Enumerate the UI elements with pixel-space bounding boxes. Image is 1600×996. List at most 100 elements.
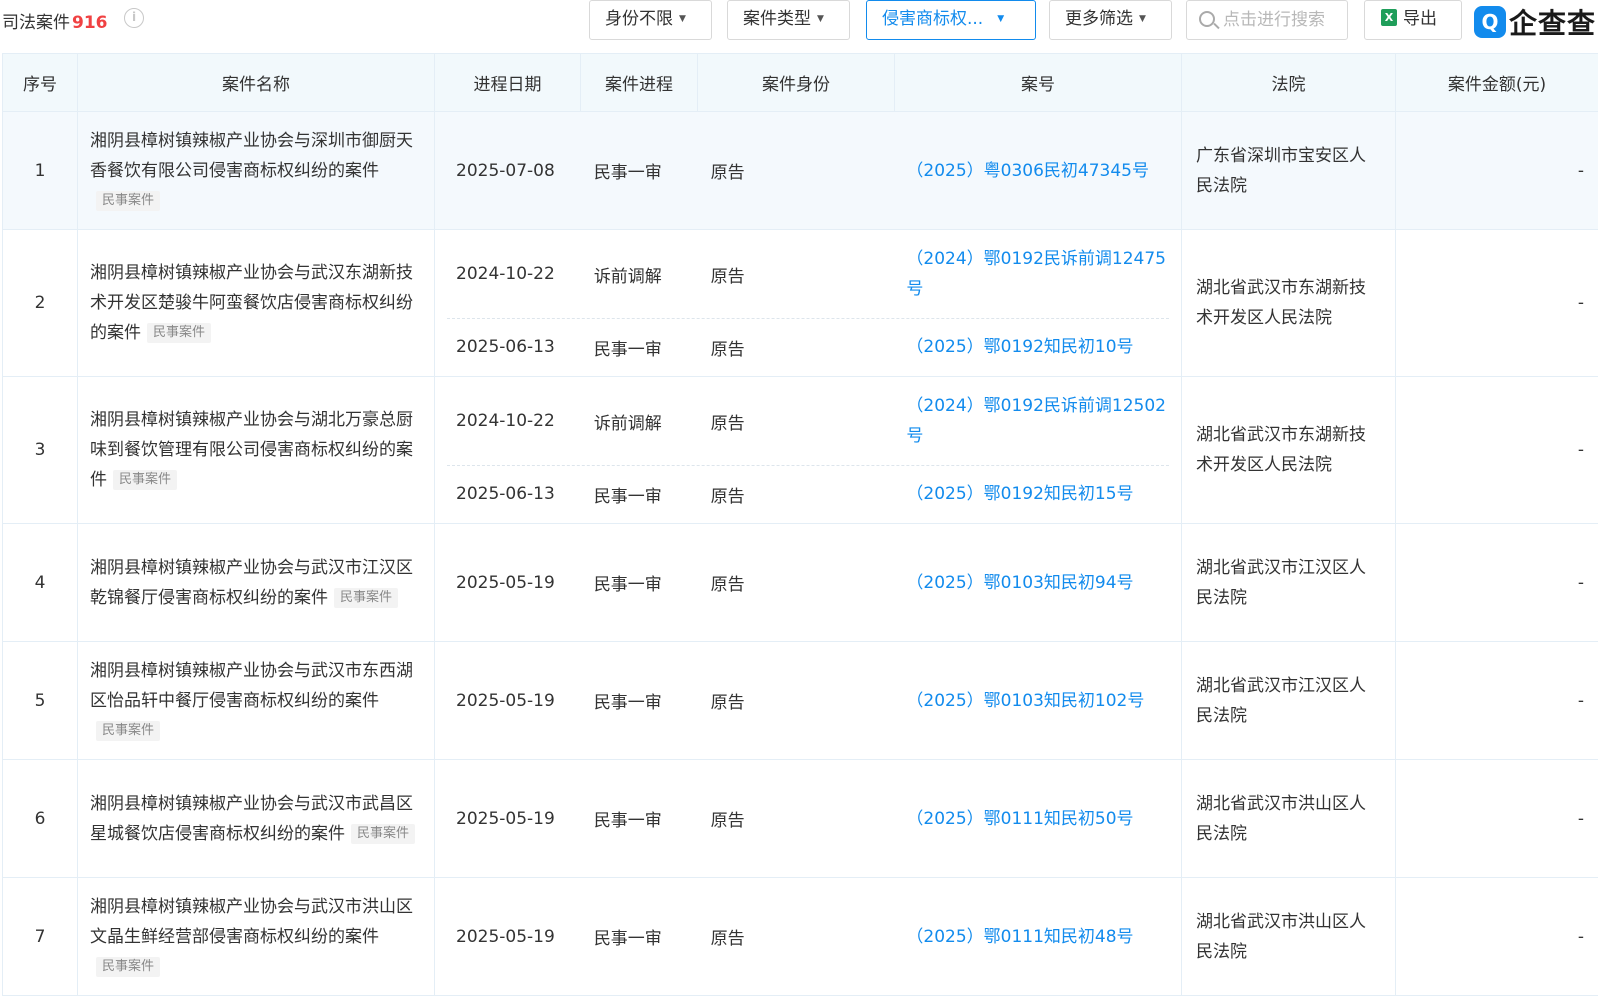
page-title: 司法案件 916 — [2, 8, 108, 33]
chevron-down-icon: ▼ — [1139, 14, 1146, 24]
logo-icon: Q — [1474, 6, 1506, 38]
progress-entry: 2025-05-19 民事一审 原告 （2025）鄂0111知民初48号 — [435, 878, 1181, 995]
case-progress-group: 2025-07-08 民事一审 原告 （2025）粤0306民初47345号 — [434, 111, 1182, 230]
case-type-filter[interactable]: 案件类型 ▼ — [727, 0, 850, 40]
court-name: 湖北省武汉市东湖新技术开发区人民法院 — [1181, 229, 1396, 377]
progress-date: 2025-06-13 — [456, 337, 555, 357]
progress-entry: 2025-07-08 民事一审 原告 （2025）粤0306民初47345号 — [435, 112, 1181, 229]
progress-stage: 民事一审 — [593, 575, 662, 595]
info-icon[interactable]: i — [124, 8, 144, 28]
row-number: 3 — [2, 376, 78, 524]
cause-filter[interactable]: 侵害商标权... ▼ — [866, 0, 1036, 40]
case-amount: - — [1395, 229, 1598, 377]
case-name-cell[interactable]: 湘阴县樟树镇辣椒产业协会与武汉市武昌区星城餐饮店侵害商标权纠纷的案件 民事案件 — [77, 759, 435, 878]
case-table-wrapper: 序号 案件名称 进程日期 案件进程 案件身份 案号 法院 案件金额(元) 1 湘阴… — [2, 53, 1598, 996]
table-header: 序号 案件名称 进程日期 案件进程 案件身份 案号 法院 案件金额(元) — [2, 53, 1598, 112]
case-progress-group: 2025-05-19 民事一审 原告 （2025）鄂0103知民初102号 — [434, 641, 1182, 760]
table-row[interactable]: 2 湘阴县樟树镇辣椒产业协会与武汉东湖新技术开发区楚骏牛阿蛮餐饮店侵害商标权纠纷的… — [2, 229, 1598, 377]
case-role: 原告 — [710, 575, 745, 595]
case-role: 原告 — [710, 486, 745, 507]
logo-text: 企查查 — [1509, 7, 1597, 40]
case-number-link[interactable]: （2025）鄂0103知民初102号 — [894, 686, 1181, 716]
export-label: 导出 — [1403, 9, 1437, 29]
case-type-badge: 民事案件 — [334, 587, 399, 608]
case-name-cell[interactable]: 湘阴县樟树镇辣椒产业协会与武汉东湖新技术开发区楚骏牛阿蛮餐饮店侵害商标权纠纷的案… — [77, 229, 435, 377]
cause-filter-label: 侵害商标权... — [882, 9, 984, 29]
case-progress-group: 2025-05-19 民事一审 原告 （2025）鄂0103知民初94号 — [434, 523, 1182, 642]
more-filters[interactable]: 更多筛选 ▼ — [1049, 0, 1172, 40]
progress-date: 2025-05-19 — [456, 572, 555, 593]
case-table: 序号 案件名称 进程日期 案件进程 案件身份 案号 法院 案件金额(元) 1 湘阴… — [2, 53, 1598, 996]
case-type-badge: 民事案件 — [113, 470, 178, 490]
qichacha-logo: Q 企查查 — [1474, 2, 1596, 40]
search-box[interactable] — [1186, 0, 1348, 40]
case-name-cell[interactable]: 湘阴县樟树镇辣椒产业协会与武汉市江汉区乾锦餐厅侵害商标权纠纷的案件 民事案件 — [77, 523, 435, 642]
chevron-down-icon: ▼ — [997, 14, 1005, 24]
case-role: 原告 — [710, 163, 745, 183]
table-row[interactable]: 7 湘阴县樟树镇辣椒产业协会与武汉市洪山区文晶生鲜经营部侵害商标权纠纷的案件民事案… — [2, 877, 1598, 996]
case-count: 916 — [72, 13, 108, 33]
progress-entry: 2025-06-13 民事一审 原告 （2025）鄂0192知民初15号 — [435, 465, 1181, 523]
table-row[interactable]: 1 湘阴县樟树镇辣椒产业协会与深圳市御厨天香餐饮有限公司侵害商标权纠纷的案件民事案… — [2, 111, 1598, 230]
search-icon — [1199, 11, 1215, 27]
col-header-process: 案件进程 — [580, 53, 698, 112]
case-number-link[interactable]: （2025）鄂0111知民初50号 — [894, 804, 1181, 834]
col-header-date: 进程日期 — [434, 53, 581, 112]
court-name: 湖北省武汉市江汉区人民法院 — [1181, 523, 1396, 642]
progress-entry: 2025-05-19 民事一审 原告 （2025）鄂0103知民初102号 — [435, 642, 1181, 759]
case-name-cell[interactable]: 湘阴县樟树镇辣椒产业协会与深圳市御厨天香餐饮有限公司侵害商标权纠纷的案件民事案件 — [77, 111, 435, 230]
case-name-cell[interactable]: 湘阴县樟树镇辣椒产业协会与武汉市洪山区文晶生鲜经营部侵害商标权纠纷的案件民事案件 — [77, 877, 435, 996]
identity-filter[interactable]: 身份不限 ▼ — [589, 0, 712, 40]
case-amount: - — [1395, 759, 1598, 878]
table-row[interactable]: 5 湘阴县樟树镇辣椒产业协会与武汉市东西湖区怡品轩中餐厅侵害商标权纠纷的案件民事案… — [2, 641, 1598, 760]
case-number-link[interactable]: （2025）粤0306民初47345号 — [894, 156, 1181, 186]
table-row[interactable]: 6 湘阴县樟树镇辣椒产业协会与武汉市武昌区星城餐饮店侵害商标权纠纷的案件 民事案件 2… — [2, 759, 1598, 878]
progress-stage: 民事一审 — [593, 339, 662, 360]
case-progress-group: 2024-10-22 诉前调解 原告 （2024）鄂0192民诉前调12502号 202… — [434, 376, 1182, 524]
table-row[interactable]: 3 湘阴县樟树镇辣椒产业协会与湖北万豪总厨味到餐饮管理有限公司侵害商标权纠纷的案件… — [2, 376, 1598, 524]
progress-stage: 民事一审 — [593, 486, 662, 507]
case-number-link[interactable]: （2025）鄂0111知民初48号 — [894, 922, 1181, 952]
case-amount: - — [1395, 523, 1598, 642]
case-number-link[interactable]: （2025）鄂0103知民初94号 — [894, 568, 1181, 598]
case-role: 原告 — [710, 266, 745, 287]
case-number-link[interactable]: （2025）鄂0192知民初15号 — [894, 479, 1181, 509]
col-header-name: 案件名称 — [77, 53, 435, 112]
court-name: 湖北省武汉市江汉区人民法院 — [1181, 641, 1396, 760]
case-name-cell[interactable]: 湘阴县樟树镇辣椒产业协会与武汉市东西湖区怡品轩中餐厅侵害商标权纠纷的案件民事案件 — [77, 641, 435, 760]
col-header-no: 序号 — [2, 53, 78, 112]
court-name: 广东省深圳市宝安区人民法院 — [1181, 111, 1396, 230]
case-name[interactable]: 湘阴县樟树镇辣椒产业协会与武汉市东西湖区怡品轩中餐厅侵害商标权纠纷的案件 — [90, 661, 413, 711]
progress-stage: 民事一审 — [593, 929, 662, 949]
case-type-badge: 民事案件 — [351, 823, 416, 844]
case-amount: - — [1395, 877, 1598, 996]
search-input[interactable] — [1223, 8, 1343, 32]
case-role: 原告 — [710, 929, 745, 949]
col-header-case-no: 案号 — [894, 53, 1182, 112]
table-row[interactable]: 4 湘阴县樟树镇辣椒产业协会与武汉市江汉区乾锦餐厅侵害商标权纠纷的案件 民事案件 20… — [2, 523, 1598, 642]
case-name-cell[interactable]: 湘阴县樟树镇辣椒产业协会与湖北万豪总厨味到餐饮管理有限公司侵害商标权纠纷的案件民… — [77, 376, 435, 524]
row-number: 7 — [2, 877, 78, 996]
col-header-court: 法院 — [1181, 53, 1396, 112]
case-name[interactable]: 湘阴县樟树镇辣椒产业协会与武汉市洪山区文晶生鲜经营部侵害商标权纠纷的案件 — [90, 897, 413, 947]
progress-stage: 民事一审 — [593, 811, 662, 831]
progress-entry: 2024-10-22 诉前调解 原告 （2024）鄂0192民诉前调12502号 — [435, 377, 1181, 465]
case-role: 原告 — [710, 693, 745, 713]
case-name[interactable]: 湘阴县樟树镇辣椒产业协会与武汉东湖新技术开发区楚骏牛阿蛮餐饮店侵害商标权纠纷的案… — [90, 263, 413, 343]
case-progress-group: 2025-05-19 民事一审 原告 （2025）鄂0111知民初50号 — [434, 759, 1182, 878]
case-progress-group: 2024-10-22 诉前调解 原告 （2024）鄂0192民诉前调12475号 202… — [434, 229, 1182, 377]
progress-date: 2025-05-19 — [456, 808, 555, 829]
case-name[interactable]: 湘阴县樟树镇辣椒产业协会与深圳市御厨天香餐饮有限公司侵害商标权纠纷的案件 — [90, 131, 413, 181]
case-role: 原告 — [710, 413, 745, 434]
case-number-link[interactable]: （2024）鄂0192民诉前调12502号 — [894, 391, 1181, 451]
progress-entry: 2024-10-22 诉前调解 原告 （2024）鄂0192民诉前调12475号 — [435, 230, 1181, 318]
export-button[interactable]: X 导出 — [1364, 0, 1462, 40]
case-number-link[interactable]: （2025）鄂0192知民初10号 — [894, 332, 1181, 362]
progress-date: 2025-06-13 — [456, 484, 555, 504]
case-number-link[interactable]: （2024）鄂0192民诉前调12475号 — [894, 244, 1181, 304]
table-body: 1 湘阴县樟树镇辣椒产业协会与深圳市御厨天香餐饮有限公司侵害商标权纠纷的案件民事案… — [2, 111, 1598, 996]
case-role: 原告 — [710, 811, 745, 831]
court-name: 湖北省武汉市东湖新技术开发区人民法院 — [1181, 376, 1396, 524]
excel-icon: X — [1381, 8, 1397, 26]
progress-stage: 民事一审 — [593, 693, 662, 713]
